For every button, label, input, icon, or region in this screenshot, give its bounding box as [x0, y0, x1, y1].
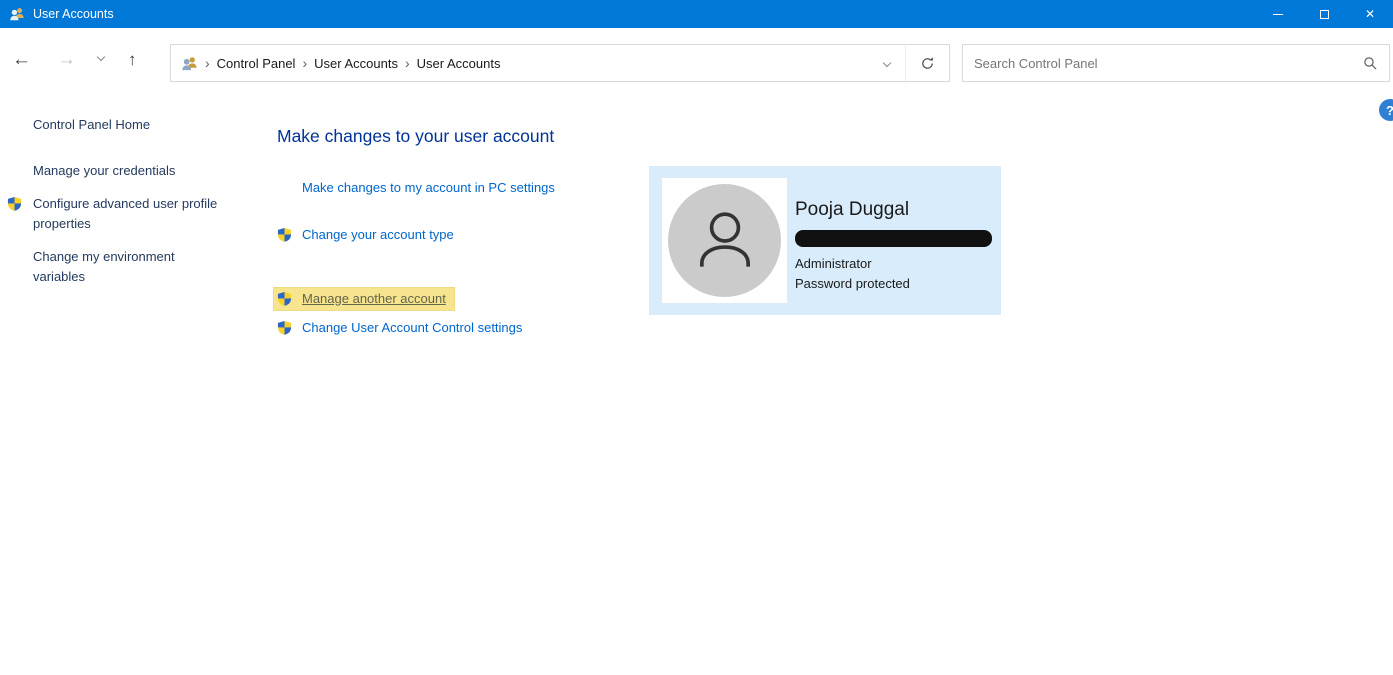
password-protected-label: Password protected — [795, 276, 992, 291]
address-bar[interactable]: › Control Panel › User Accounts › User A… — [170, 44, 950, 82]
user-role: Administrator — [795, 256, 992, 271]
uac-shield-icon — [7, 196, 22, 217]
page-title: Make changes to your user account — [277, 126, 555, 147]
highlight-overlay: Manage another account — [274, 288, 454, 310]
breadcrumb-user-accounts[interactable]: User Accounts — [314, 56, 398, 71]
nav-arrows: ← → ↑ — [12, 28, 137, 90]
user-info: Pooja Duggal Administrator Password prot… — [795, 199, 992, 291]
forward-button[interactable]: → — [57, 50, 76, 69]
sidebar-item-label: Configure advanced user profile properti… — [33, 196, 217, 231]
window-title: User Accounts — [33, 7, 1255, 21]
up-button[interactable]: ↑ — [128, 51, 137, 68]
help-button[interactable]: ? — [1379, 99, 1393, 121]
sidebar: Control Panel Home Manage your credentia… — [33, 117, 219, 300]
chevron-down-icon — [883, 59, 891, 67]
navigation-bar: ← → ↑ › Control Panel › User Accounts › … — [0, 28, 1393, 90]
sidebar-item-change-environment-variables[interactable]: Change my environment variables — [33, 247, 219, 287]
task-row: Make changes to my account in PC setting… — [277, 178, 555, 196]
link-manage-another-account[interactable]: Manage another account — [302, 291, 446, 306]
breadcrumb-control-panel[interactable]: Control Panel — [217, 56, 296, 71]
task-row: Manage another account — [277, 289, 555, 307]
titlebar: User Accounts ✕ — [0, 0, 1393, 28]
uac-shield-icon — [277, 291, 292, 306]
avatar-circle — [668, 184, 781, 297]
avatar — [662, 178, 787, 303]
breadcrumb-separator: › — [205, 55, 210, 71]
link-change-uac-settings[interactable]: Change User Account Control settings — [302, 320, 522, 335]
uac-shield-icon — [277, 227, 292, 242]
main-content: Make changes to your user account Make c… — [277, 126, 555, 336]
sidebar-item-configure-advanced-profile[interactable]: Configure advanced user profile properti… — [33, 194, 219, 234]
breadcrumb-separator: › — [302, 55, 307, 71]
close-button[interactable]: ✕ — [1347, 0, 1393, 28]
redaction-bar — [795, 230, 992, 247]
maximize-button[interactable] — [1301, 0, 1347, 28]
sidebar-item-label: Manage your credentials — [33, 163, 175, 178]
uac-shield-icon — [277, 320, 292, 335]
search-box — [962, 44, 1390, 82]
task-row: Change User Account Control settings — [277, 318, 555, 336]
breadcrumb-user-accounts-2[interactable]: User Accounts — [417, 56, 501, 71]
user-account-card: Pooja Duggal Administrator Password prot… — [649, 166, 1001, 315]
sidebar-item-control-panel-home[interactable]: Control Panel Home — [33, 117, 219, 132]
breadcrumb-separator: › — [405, 55, 410, 71]
minimize-button[interactable] — [1255, 0, 1301, 28]
link-change-account-type[interactable]: Change your account type — [302, 227, 454, 242]
sidebar-item-label: Change my environment variables — [33, 249, 175, 284]
user-name: Pooja Duggal — [795, 199, 992, 221]
recent-pages-dropdown[interactable] — [98, 54, 104, 64]
address-dropdown-button[interactable] — [869, 45, 905, 81]
task-links: Make changes to my account in PC setting… — [277, 178, 555, 336]
sidebar-item-manage-credentials[interactable]: Manage your credentials — [33, 161, 219, 181]
chevron-down-icon — [97, 53, 105, 61]
refresh-button[interactable] — [905, 45, 949, 81]
person-icon — [686, 202, 764, 280]
maximize-icon — [1320, 10, 1329, 19]
back-button[interactable]: ← — [12, 50, 31, 69]
user-accounts-window: User Accounts ✕ ← → ↑ › Control Panel › — [0, 0, 1393, 675]
minimize-icon — [1273, 14, 1283, 15]
user-accounts-app-icon — [9, 6, 25, 22]
search-input[interactable] — [963, 45, 1389, 81]
search-icon[interactable] — [1363, 56, 1378, 71]
user-accounts-icon — [181, 55, 198, 72]
refresh-icon — [920, 56, 935, 71]
link-pc-settings[interactable]: Make changes to my account in PC setting… — [302, 180, 555, 195]
task-row: Change your account type — [277, 225, 555, 243]
